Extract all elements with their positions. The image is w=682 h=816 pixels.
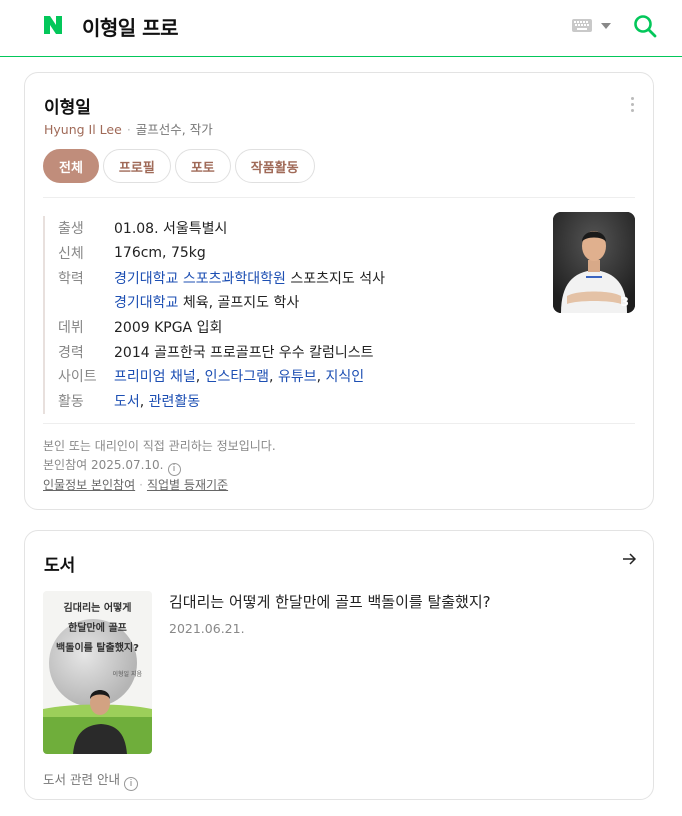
degree-text: 체육, 골프지도 학사 <box>178 295 300 312</box>
info-icon[interactable]: i <box>123 777 138 791</box>
tab-works[interactable]: 작품활동 <box>234 149 315 183</box>
info-row-education-2: 경기대학교 체육, 골프지도 학사 <box>58 290 543 315</box>
naver-logo-icon[interactable] <box>42 14 64 36</box>
site-link-kin[interactable]: 지식인 <box>326 369 365 385</box>
info-row-body: 신체 176cm, 75kg <box>58 241 543 266</box>
info-label: 활동 <box>58 394 84 411</box>
profile-tabs: 전체 프로필 포토 작품활동 <box>43 149 315 183</box>
info-label: 신체 <box>58 246 84 263</box>
site-link-instagram[interactable]: 인스타그램 <box>205 369 269 385</box>
search-icon[interactable] <box>633 14 657 38</box>
info-value: 2009 KPGA 입회 <box>114 320 223 337</box>
site-link-premium[interactable]: 프리미엄 채널 <box>114 369 196 385</box>
more-options-icon[interactable] <box>625 97 639 115</box>
info-row-site: 사이트 프리미엄 채널, 인스타그램, 유튜브, 지식인 <box>58 364 543 389</box>
tab-photo[interactable]: 포토 <box>174 149 231 183</box>
info-value: 도서, 관련활동 <box>114 394 201 411</box>
profile-photo[interactable]: 3 <box>553 212 635 313</box>
self-managed-notice: 본인 또는 대리인이 직접 관리하는 정보입니다. 본인참여 2025.07.1… <box>43 437 276 495</box>
photo-count: 3 <box>620 295 629 309</box>
criteria-link[interactable]: 직업별 등재기준 <box>147 478 228 492</box>
info-value: 프리미엄 채널, 인스타그램, 유튜브, 지식인 <box>114 369 365 386</box>
tab-all[interactable]: 전체 <box>43 149 99 183</box>
cover-line: 김대리는 어떻게 <box>63 603 132 614</box>
info-row-education-1: 학력 경기대학교 스포츠과학대학원 스포츠지도 석사 <box>58 265 543 290</box>
cover-line: 백돌이를 탈출했지? <box>56 643 139 654</box>
book-title-link[interactable]: 김대리는 어떻게 한달만에 골프 백돌이를 탈출했지? <box>169 591 491 612</box>
school-link[interactable]: 경기대학교 스포츠과학대학원 <box>114 271 286 287</box>
search-header: 이형일 프로 <box>0 0 682 57</box>
info-icon[interactable]: i <box>167 463 181 476</box>
book-date: 2021.06.21. <box>169 621 245 636</box>
book-cover-author: 이형일 지음 <box>112 671 142 678</box>
info-row-career: 경력 2014 골프한국 프로골프단 우수 칼럼니스트 <box>58 339 543 364</box>
info-label: 사이트 <box>58 369 97 386</box>
search-query[interactable]: 이형일 프로 <box>82 12 178 41</box>
profile-info-list: 출생 01.08. 서울특별시 신체 176cm, 75kg 학력 경기대학교 … <box>43 216 543 414</box>
books-notice-text: 도서 관련 안내 <box>43 772 120 787</box>
person-job: 골프선수, 작가 <box>135 122 213 137</box>
activity-link-related[interactable]: 관련활동 <box>149 394 201 410</box>
divider <box>43 423 635 424</box>
info-label: 데뷔 <box>58 320 84 337</box>
info-value: 2014 골프한국 프로골프단 우수 칼럼니스트 <box>114 344 374 361</box>
info-value: 경기대학교 스포츠과학대학원 스포츠지도 석사 <box>114 268 385 288</box>
info-label: 경력 <box>58 344 84 361</box>
books-section-title: 도서 <box>44 556 76 576</box>
person-subtitle: Hyung Il Lee · 골프선수, 작가 <box>44 119 213 138</box>
separator-dot: · <box>139 478 143 492</box>
info-value: 01.08. 서울특별시 <box>114 221 228 238</box>
info-value: 176cm, 75kg <box>114 245 206 262</box>
divider <box>43 197 635 198</box>
arrow-right-icon[interactable] <box>621 551 637 567</box>
info-row-activity: 활동 도서, 관련활동 <box>58 389 543 414</box>
site-link-youtube[interactable]: 유튜브 <box>278 369 317 385</box>
tab-profile[interactable]: 프로필 <box>102 149 171 183</box>
keyboard-icon[interactable] <box>572 19 592 32</box>
school-link[interactable]: 경기대학교 <box>114 295 178 311</box>
notice-date-row: 본인참여 2025.07.10. i <box>43 456 276 476</box>
info-row-birth: 출생 01.08. 서울특별시 <box>58 216 543 241</box>
english-name: Hyung Il Lee <box>44 122 122 137</box>
info-label: 학력 <box>58 270 84 287</box>
notice-text: 본인 또는 대리인이 직접 관리하는 정보입니다. <box>43 439 276 453</box>
info-row-debut: 데뷔 2009 KPGA 입회 <box>58 315 543 340</box>
separator-dot: · <box>126 122 131 137</box>
info-value: 경기대학교 체육, 골프지도 학사 <box>114 292 299 312</box>
info-label: 출생 <box>58 221 84 238</box>
chevron-down-icon[interactable] <box>601 23 611 29</box>
person-name: 이형일 <box>44 98 91 118</box>
participate-link[interactable]: 인물정보 본인참여 <box>43 478 135 492</box>
degree-text: 스포츠지도 석사 <box>285 270 385 287</box>
book-cover[interactable]: 김대리는 어떻게 한달만에 골프 백돌이를 탈출했지? 이형일 지음 <box>43 591 152 754</box>
activity-link-books[interactable]: 도서 <box>114 394 140 410</box>
book-cover-title: 김대리는 어떻게 한달만에 골프 백돌이를 탈출했지? <box>43 599 152 659</box>
profile-card: 이형일 Hyung Il Lee · 골프선수, 작가 전체 프로필 포토 작품활동… <box>24 72 654 510</box>
books-card: 도서 김대리는 어떻게 한달만에 골프 백돌이를 탈출했지? 이형일 지음 김대… <box>24 530 654 800</box>
notice-date: 본인참여 2025.07.10. <box>43 458 164 472</box>
cover-line: 한달만에 골프 <box>68 623 127 634</box>
books-notice: 도서 관련 안내 i <box>43 769 138 791</box>
notice-links: 인물정보 본인참여 · 직업별 등재기준 <box>43 476 276 495</box>
